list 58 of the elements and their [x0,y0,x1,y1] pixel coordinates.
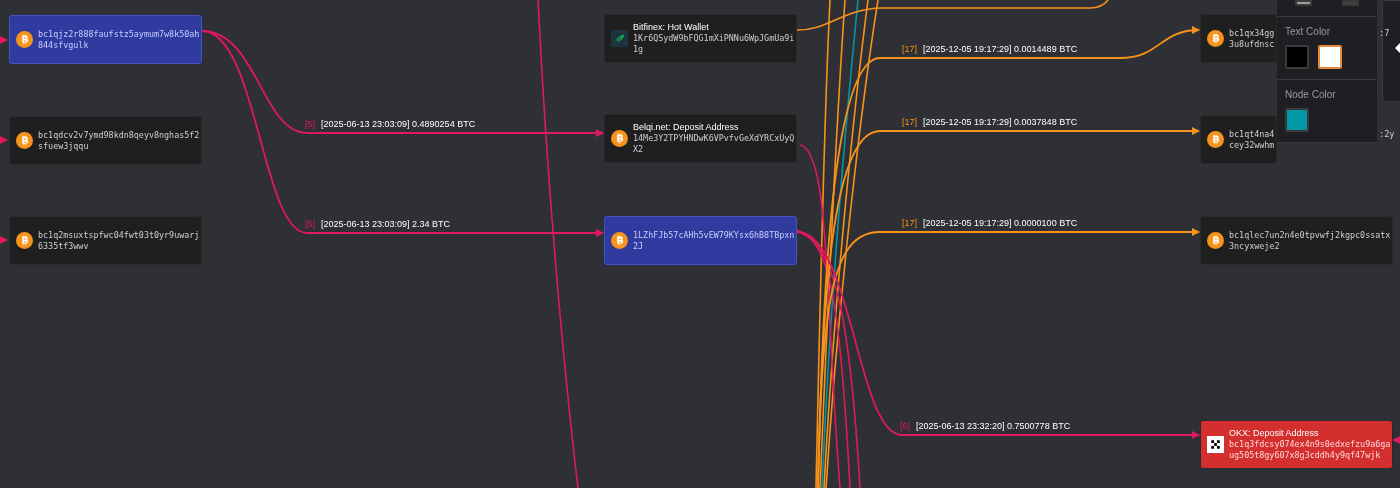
address-node[interactable]: bc1qjz2r888faufstz5aymum7w8k50ah 844sfvgulk [9,15,202,64]
node-address: bc1qjz2r888faufstz5aymum7w8k50ah 844sfvgulk [38,28,200,51]
node-title: Belqi.net: Deposit Address [633,122,740,133]
color-swatch[interactable] [1295,0,1312,6]
node-address: 14Me3Y2TPYHNDwK6VPvfvGeXdYRCxUyQ X2 [633,133,795,155]
arrowhead [1392,436,1400,444]
color-swatch[interactable] [1318,45,1342,69]
edge-index: [5] [305,220,315,229]
bitcoin-icon [1207,30,1224,47]
bitcoin-icon [1207,131,1224,148]
node-address: bc1qlec7un2n4e0tpvwfj2kgpc0ssatx 3ncyxweje2 [1229,229,1391,252]
arrowhead [0,236,8,244]
edge-index: [17] [902,219,917,228]
node-title: OKX: Deposit Address [1229,428,1320,439]
edge-label: [2025-12-05 19:17:29] 0.0000100 BTC [923,219,1078,228]
section-title: Node Color [1285,90,1337,100]
node-address: bc1q3fdcsy074ex4n9s0edxefzu9a6ga ug505t8gy607x8g3cddh4y9qf47wjk [1229,439,1391,461]
bitcoin-icon [611,130,628,147]
bitcoin-icon [611,232,628,249]
leaf-logo-icon [611,30,628,47]
node-address: bc1q2msuxtspfwc04fwt03t0yr9uwarj 6335tf3wwv [38,229,200,252]
address-node[interactable]: bc1q2msuxtspfwc04fwt03t0yr9uwarj 6335tf3wwv [9,216,202,265]
edge-index: [6] [900,422,910,431]
address-node[interactable]: Belqi.net: Deposit Address 14Me3Y2TPYHNDwK6VPvfvGeXdYRCxUyQ X2 [604,114,797,163]
arrowhead [0,36,8,44]
edge-label: [2025-12-05 19:17:29] 0.0014489 BTC [923,45,1078,54]
edge-label: [2025-06-13 23:03:09] 2.34 BTC [321,220,451,229]
bitcoin-icon [16,132,33,149]
edge-label: [2025-06-13 23:32:20] 0.7500778 BTC [916,422,1071,431]
bitcoin-icon [16,31,33,48]
address-node[interactable]: bc1qlec7un2n4e0tpvwfj2kgpc0ssatx 3ncyxweje2 [1200,216,1393,265]
bitcoin-icon [16,232,33,249]
edge-index: [17] [902,45,917,54]
address-node[interactable]: Bitfinex: Hot Wallet 1Kr6QSydW9bFQG1mXiPNNu6WpJGmUa9i 1g [604,14,797,63]
section-title: Text Color [1285,27,1331,37]
node-address: :7 [1379,28,1390,39]
address-node[interactable]: bc1qdcv2v7ymd98kdn8qeyv8nghas5f2 sfuew3jqqu [9,116,202,165]
address-node[interactable]: 1LZhFJb57cAHh5vEW79KYsx6hB8TBpxn 2J [604,216,797,265]
node-address: bc1qx34gg 3u8ufdnsc [1229,27,1275,50]
node-title: Bitfinex: Hot Wallet [633,22,710,33]
color-swatch[interactable] [1342,0,1359,6]
arrowhead [0,136,8,144]
edge-label: [2025-06-13 23:03:09] 0.4890254 BTC [321,120,476,129]
checker-logo-icon [1207,436,1224,453]
bitcoin-icon [1207,232,1224,249]
address-node[interactable]: bc1qt4na4 cey32wwhm [1200,115,1277,164]
color-swatch[interactable] [1285,108,1309,132]
node-address: bc1qt4na4 cey32wwhm [1229,128,1275,151]
edge-index: [17] [902,118,917,127]
address-node[interactable]: OKX: Deposit Address bc1q3fdcsy074ex4n9s0edxefzu9a6ga ug505t8gy607x8g3cddh4y9qf47wjk [1200,420,1393,469]
node-address: 1LZhFJb57cAHh5vEW79KYsx6hB8TBpxn 2J [633,229,795,252]
node-address: :2y [1379,129,1395,140]
color-swatch[interactable] [1285,45,1309,69]
node-address: bc1qdcv2v7ymd98kdn8qeyv8nghas5f2 sfuew3jqqu [38,129,200,152]
edge-index: [5] [305,120,315,129]
node-address: 1Kr6QSydW9bFQG1mXiPNNu6WpJGmUa9i 1g [633,33,795,55]
edge-label: [2025-12-05 19:17:29] 0.0037848 BTC [923,118,1078,127]
address-node[interactable]: bc1qx34gg 3u8ufdnsc [1200,14,1277,63]
